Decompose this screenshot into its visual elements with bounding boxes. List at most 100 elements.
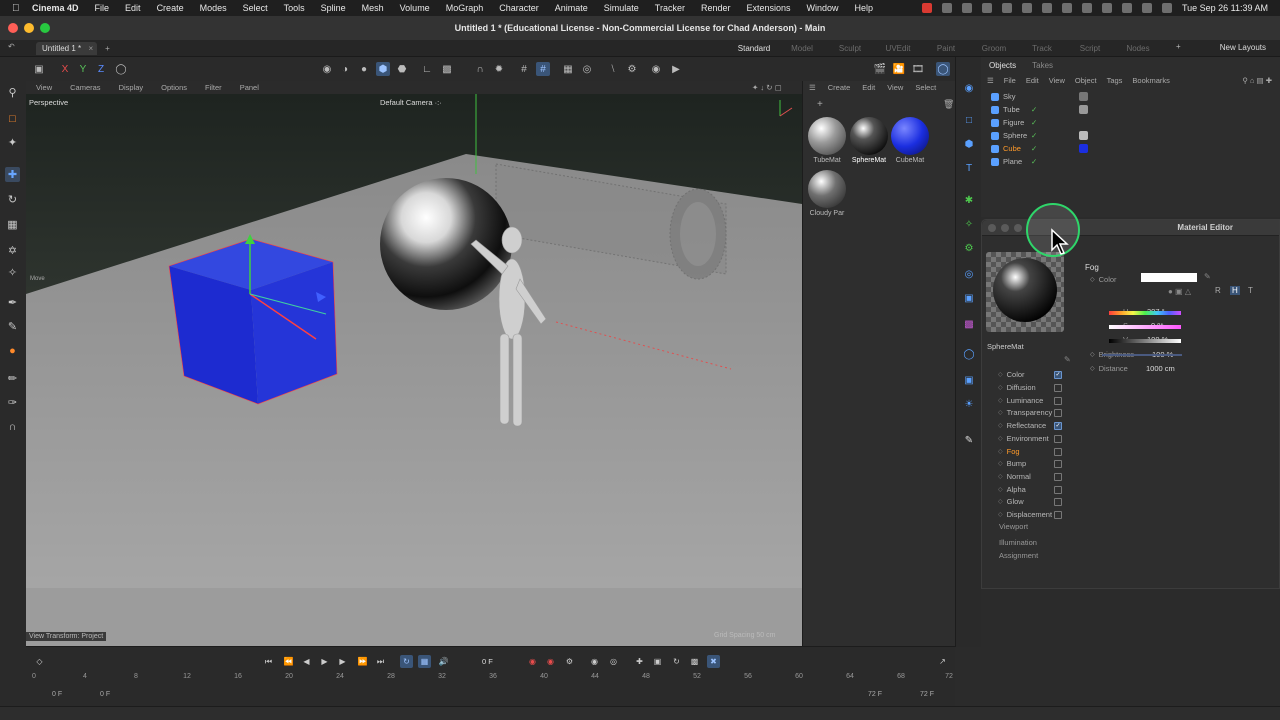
undo-icon[interactable]: ↶ [8, 42, 15, 51]
pen-icon[interactable]: ✎ [1064, 355, 1071, 364]
layout-script[interactable]: Script [1066, 44, 1114, 53]
close-window-button[interactable] [8, 23, 18, 33]
tag-icon[interactable] [1079, 92, 1088, 101]
mograph-icon[interactable]: ✧ [962, 217, 976, 231]
pla-icon[interactable]: ◎ [607, 655, 620, 668]
locked-workplane-icon[interactable]: ◎ [580, 62, 594, 76]
wifi-icon[interactable] [1101, 3, 1112, 13]
objects-menu-bookmarks[interactable]: Bookmarks [1132, 76, 1170, 85]
visibility-check-icon[interactable]: ✓ [1031, 105, 1037, 114]
material-preview[interactable] [986, 252, 1064, 332]
eyedropper-icon[interactable]: ✎ [1204, 272, 1211, 281]
visibility-check-icon[interactable]: ✓ [1031, 118, 1037, 127]
material-cubemat[interactable]: CubeMat [889, 117, 931, 164]
viewport-menu-display[interactable]: Display [119, 83, 144, 92]
layers-icon[interactable]: ◯ [936, 62, 950, 76]
channel-checkbox[interactable] [1054, 497, 1062, 506]
moon-icon[interactable] [1021, 3, 1032, 13]
play-button[interactable]: ▶ [318, 655, 331, 668]
value-slider[interactable] [1109, 339, 1181, 343]
menu-simulate[interactable]: Simulate [604, 3, 639, 13]
live-selection-icon[interactable]: ✦ [5, 135, 20, 150]
hue-slider[interactable] [1109, 311, 1181, 315]
menu-mesh[interactable]: Mesh [362, 3, 384, 13]
channel-displacement[interactable]: ◇ Displacement [998, 509, 1076, 520]
menu-animate[interactable]: Animate [555, 3, 588, 13]
record-button[interactable]: ◉ [526, 655, 539, 668]
channel-checkbox[interactable] [1054, 447, 1062, 456]
menu-render[interactable]: Render [701, 3, 731, 13]
z-axis-lock-icon[interactable]: Z [94, 62, 108, 76]
scale-tool-icon[interactable]: ▦ [5, 217, 20, 232]
channel-checkbox[interactable] [1054, 472, 1062, 481]
channel-checkbox[interactable] [1054, 396, 1062, 405]
menu-tools[interactable]: Tools [284, 3, 305, 13]
material-tubemat[interactable]: TubeMat [806, 117, 848, 164]
uv-mode-icon[interactable]: ⬣ [395, 62, 409, 76]
previous-frame-button[interactable]: ◀ [300, 655, 313, 668]
object-row-plane[interactable]: Plane ✓ [991, 155, 1037, 168]
fog-color-swatch[interactable] [1141, 273, 1197, 282]
search-icon[interactable]: ⚲ ⌂ ▤ ✚ [1242, 76, 1272, 85]
battery-icon[interactable] [1081, 3, 1092, 13]
material-spheremat[interactable]: SphereMat [848, 117, 890, 164]
tab-objects[interactable]: Objects [981, 61, 1024, 70]
model-mode-icon[interactable]: ▣ [32, 62, 46, 76]
object-mode-icon[interactable]: ⬢ [376, 62, 390, 76]
new-tab-button[interactable]: + [105, 44, 110, 53]
go-to-start-button[interactable]: ⏮ [262, 655, 275, 668]
volume-icon[interactable]: ▩ [962, 317, 976, 331]
magnet-icon[interactable]: ∩ [5, 419, 20, 434]
menu-select[interactable]: Select [243, 3, 268, 13]
objects-menu-tags[interactable]: Tags [1107, 76, 1123, 85]
snap-icon[interactable]: ∩ [473, 62, 487, 76]
zoom-window-button[interactable] [40, 23, 50, 33]
symmetry-icon[interactable]: ⧵ [606, 62, 620, 76]
channel-checkbox[interactable] [1054, 485, 1062, 494]
selection-icon[interactable]: □ [5, 111, 20, 126]
visibility-check-icon[interactable]: ✓ [1031, 131, 1037, 140]
object-row-sphere[interactable]: Sphere ✓ [991, 129, 1088, 142]
viewport-nav-icons[interactable]: ✦ ↓ ↻ ▢ [752, 83, 782, 92]
new-layouts-button[interactable]: New Layouts [1220, 43, 1266, 52]
control-center-icon[interactable] [1161, 3, 1172, 13]
document-tab[interactable]: Untitled 1 * × [36, 41, 98, 55]
x-axis-lock-icon[interactable]: X [58, 62, 72, 76]
timeline-expand-icon[interactable]: ↗ [936, 655, 949, 668]
render-to-viewer-icon[interactable]: 🎦 [892, 62, 906, 76]
status-icon-b[interactable] [961, 3, 972, 13]
axis-mode-icon[interactable]: ∟ [420, 62, 434, 76]
points-mode-icon[interactable]: ◉ [320, 62, 334, 76]
minimize-window-button[interactable] [24, 23, 34, 33]
add-layout-button[interactable]: + [1176, 42, 1181, 51]
viewport-menu-view[interactable]: View [36, 83, 52, 92]
objects-menu-object[interactable]: Object [1075, 76, 1097, 85]
hsv-mode-button[interactable]: H [1230, 286, 1240, 295]
channel-color[interactable]: ◇ Color ✓ [998, 369, 1076, 380]
menu-create[interactable]: Create [157, 3, 184, 13]
grid-icon[interactable]: # [517, 62, 531, 76]
transform-tool-icon[interactable]: ✡ [5, 243, 20, 258]
channel-reflectance[interactable]: ◇ Reflectance ✓ [998, 420, 1076, 431]
channel-fog[interactable]: ◇ Fog [998, 446, 1076, 457]
render-view-icon[interactable]: ◉ [649, 62, 663, 76]
settings-icon[interactable]: ⚙ [625, 62, 639, 76]
layout-standard[interactable]: Standard [730, 44, 778, 53]
app-menu-name[interactable]: Cinema 4D [32, 3, 79, 13]
menu-volume[interactable]: Volume [400, 3, 430, 13]
channel-glow[interactable]: ◇ Glow [998, 496, 1076, 507]
render-settings-icon[interactable]: 🎞 [911, 62, 925, 76]
viewport-menu-filter[interactable]: Filter [205, 83, 222, 92]
loop-button[interactable]: ↻ [400, 655, 413, 668]
menu-character[interactable]: Character [499, 3, 539, 13]
add-material-icon[interactable]: + [817, 99, 823, 110]
coordinate-system-icon[interactable]: ◯ [114, 62, 128, 76]
channel-checkbox[interactable]: ✓ [1054, 370, 1062, 379]
pen-icon[interactable]: ✎ [962, 433, 976, 447]
edges-mode-icon[interactable]: ◑ [338, 62, 352, 76]
keyframe-icon[interactable]: ◇ [33, 655, 46, 668]
channel-checkbox[interactable] [1054, 459, 1062, 468]
menu-edit[interactable]: Edit [125, 3, 141, 13]
environment-icon[interactable]: ◯ [962, 347, 976, 361]
record-status-icon[interactable] [921, 3, 932, 13]
